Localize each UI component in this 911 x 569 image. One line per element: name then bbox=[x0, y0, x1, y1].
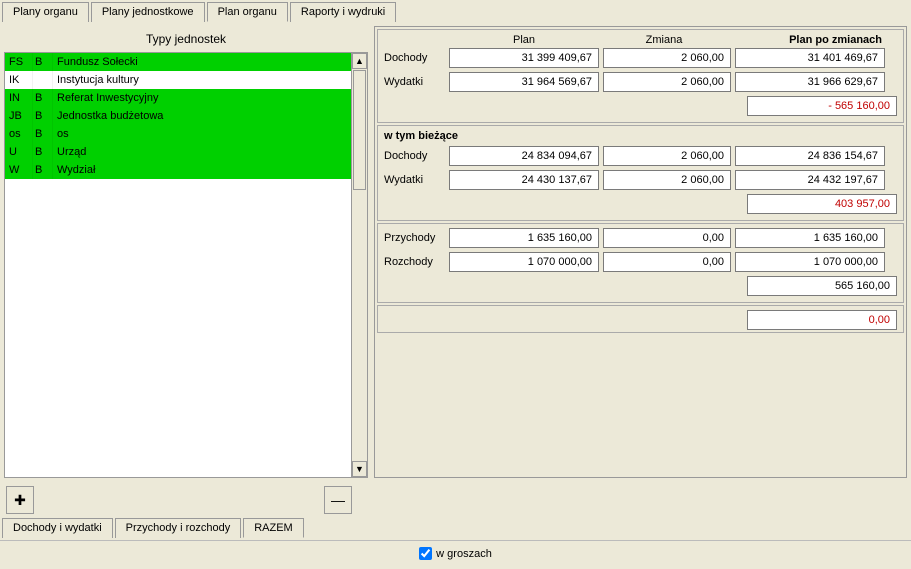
biez-dochody-plan: 24 834 094,67 bbox=[449, 146, 599, 166]
cell-name: Jednostka budżetowa bbox=[53, 107, 351, 125]
przychody-plan: 1 635 160,00 bbox=[449, 228, 599, 248]
unit-types-title: Typy jednostek bbox=[4, 26, 368, 52]
table-row[interactable]: UBUrząd bbox=[5, 143, 351, 161]
tab-plany-jednostkowe[interactable]: Plany jednostkowe bbox=[91, 2, 205, 22]
label-rozchody: Rozchody bbox=[384, 256, 449, 268]
last-value: 0,00 bbox=[747, 310, 897, 330]
section-przychody: Przychody 1 635 160,00 0,00 1 635 160,00… bbox=[377, 223, 904, 303]
add-button[interactable]: ✚ bbox=[6, 486, 34, 514]
footer: w groszach bbox=[0, 540, 911, 569]
tab-dochody-wydatki[interactable]: Dochody i wydatki bbox=[2, 518, 113, 538]
scroll-thumb[interactable] bbox=[353, 70, 366, 190]
label-dochody: Dochody bbox=[384, 52, 449, 64]
table-row[interactable]: JBBJednostka budżetowa bbox=[5, 107, 351, 125]
minus-icon: — bbox=[331, 492, 345, 508]
top-tabs: Plany organu Plany jednostkowe Plan orga… bbox=[0, 0, 911, 22]
label-wydatki: Wydatki bbox=[384, 76, 449, 88]
pr-diff: 565 160,00 bbox=[747, 276, 897, 296]
section-last: 0,00 bbox=[377, 305, 904, 333]
cell-code: FS bbox=[5, 53, 33, 71]
cell-b: B bbox=[33, 143, 53, 161]
cell-code: IN bbox=[5, 89, 33, 107]
tab-przychody-rozchody[interactable]: Przychody i rozchody bbox=[115, 518, 242, 538]
biez-wydatki-po: 24 432 197,67 bbox=[735, 170, 885, 190]
dochody-zmiana: 2 060,00 bbox=[603, 48, 731, 68]
cell-b: B bbox=[33, 161, 53, 179]
grid-scrollbar[interactable]: ▲ ▼ bbox=[351, 53, 367, 477]
cell-code: U bbox=[5, 143, 33, 161]
unit-types-panel: Typy jednostek FSBFundusz SołeckiIKInsty… bbox=[4, 26, 368, 478]
table-row[interactable]: IK Instytucja kultury bbox=[5, 71, 351, 89]
remove-button[interactable]: — bbox=[324, 486, 352, 514]
biez-wydatki-zmiana: 2 060,00 bbox=[603, 170, 731, 190]
cell-name: Fundusz Sołecki bbox=[53, 53, 351, 71]
summary-panel: Plan Zmiana Plan po zmianach Dochody 31 … bbox=[374, 26, 907, 478]
biez-dochody-zmiana: 2 060,00 bbox=[603, 146, 731, 166]
scroll-up-icon[interactable]: ▲ bbox=[352, 53, 367, 69]
header-plan: Plan bbox=[449, 34, 599, 46]
table-row[interactable]: osBos bbox=[5, 125, 351, 143]
cell-code: os bbox=[5, 125, 33, 143]
biez-wydatki-plan: 24 430 137,67 bbox=[449, 170, 599, 190]
wydatki-plan: 31 964 569,67 bbox=[449, 72, 599, 92]
cell-name: Referat Inwestycyjny bbox=[53, 89, 351, 107]
tab-raporty[interactable]: Raporty i wydruki bbox=[290, 2, 396, 22]
cell-b: B bbox=[33, 125, 53, 143]
table-row[interactable]: WBWydział bbox=[5, 161, 351, 179]
label-przychody: Przychody bbox=[384, 232, 449, 244]
przychody-po: 1 635 160,00 bbox=[735, 228, 885, 248]
groszach-checkbox-wrap[interactable]: w groszach bbox=[419, 547, 492, 560]
section-main: Plan Zmiana Plan po zmianach Dochody 31 … bbox=[377, 29, 904, 123]
main-diff: - 565 160,00 bbox=[747, 96, 897, 116]
header-po-zmianach: Plan po zmianach bbox=[729, 34, 884, 46]
section-biezace: w tym bieżące Dochody 24 834 094,67 2 06… bbox=[377, 125, 904, 221]
przychody-zmiana: 0,00 bbox=[603, 228, 731, 248]
tab-plan-organu[interactable]: Plan organu bbox=[207, 2, 288, 22]
label-biez-wydatki: Wydatki bbox=[384, 174, 449, 186]
cell-name: Urząd bbox=[53, 143, 351, 161]
wydatki-zmiana: 2 060,00 bbox=[603, 72, 731, 92]
dochody-po: 31 401 469,67 bbox=[735, 48, 885, 68]
label-wtym-biezace: w tym bieżące bbox=[384, 130, 897, 142]
cell-b: B bbox=[33, 89, 53, 107]
biez-diff: 403 957,00 bbox=[747, 194, 897, 214]
tab-razem[interactable]: RAZEM bbox=[243, 518, 304, 538]
cell-name: os bbox=[53, 125, 351, 143]
cell-name: Wydział bbox=[53, 161, 351, 179]
dochody-plan: 31 399 409,67 bbox=[449, 48, 599, 68]
rozchody-plan: 1 070 000,00 bbox=[449, 252, 599, 272]
cell-b: B bbox=[33, 107, 53, 125]
rozchody-zmiana: 0,00 bbox=[603, 252, 731, 272]
cell-code: W bbox=[5, 161, 33, 179]
label-biez-dochody: Dochody bbox=[384, 150, 449, 162]
scroll-down-icon[interactable]: ▼ bbox=[352, 461, 367, 477]
cell-b bbox=[33, 71, 53, 89]
cell-code: IK bbox=[5, 71, 33, 89]
header-zmiana: Zmiana bbox=[599, 34, 729, 46]
rozchody-po: 1 070 000,00 bbox=[735, 252, 885, 272]
groszach-label: w groszach bbox=[436, 548, 492, 560]
unit-types-grid[interactable]: FSBFundusz SołeckiIKInstytucja kulturyIN… bbox=[5, 53, 351, 477]
table-row[interactable]: FSBFundusz Sołecki bbox=[5, 53, 351, 71]
groszach-checkbox[interactable] bbox=[419, 547, 432, 560]
tab-plany-organu[interactable]: Plany organu bbox=[2, 2, 89, 22]
cell-b: B bbox=[33, 53, 53, 71]
cell-name: Instytucja kultury bbox=[53, 71, 351, 89]
wydatki-po: 31 966 629,67 bbox=[735, 72, 885, 92]
plus-icon: ✚ bbox=[14, 492, 26, 509]
cell-code: JB bbox=[5, 107, 33, 125]
bottom-tabs: Dochody i wydatki Przychody i rozchody R… bbox=[0, 518, 911, 538]
table-row[interactable]: INBReferat Inwestycyjny bbox=[5, 89, 351, 107]
biez-dochody-po: 24 836 154,67 bbox=[735, 146, 885, 166]
